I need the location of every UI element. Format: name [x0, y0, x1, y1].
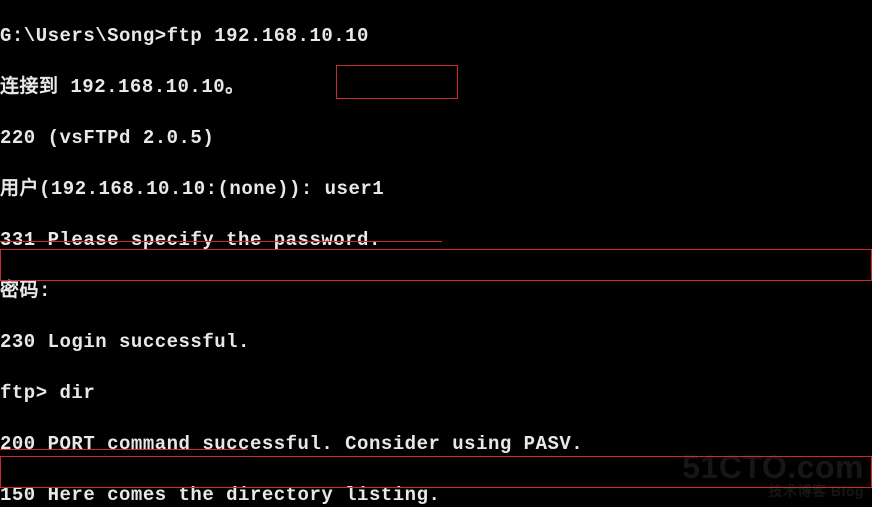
- term-line: 200 PORT command successful. Consider us…: [0, 432, 774, 458]
- terminal-output: G:\Users\Song>ftp 192.168.10.10 连接到 192.…: [0, 0, 774, 507]
- term-line: 密码:: [0, 279, 774, 305]
- term-line: ftp> dir: [0, 381, 774, 407]
- term-line: 230 Login successful.: [0, 330, 774, 356]
- term-line: 连接到 192.168.10.10。: [0, 75, 774, 101]
- term-line: 用户(192.168.10.10:(none)): user1: [0, 177, 774, 203]
- term-line: 150 Here comes the directory listing.: [0, 483, 774, 507]
- term-line: 220 (vsFTPd 2.0.5): [0, 126, 774, 152]
- term-line: G:\Users\Song>ftp 192.168.10.10: [0, 24, 774, 50]
- term-line: 331 Please specify the password.: [0, 228, 774, 254]
